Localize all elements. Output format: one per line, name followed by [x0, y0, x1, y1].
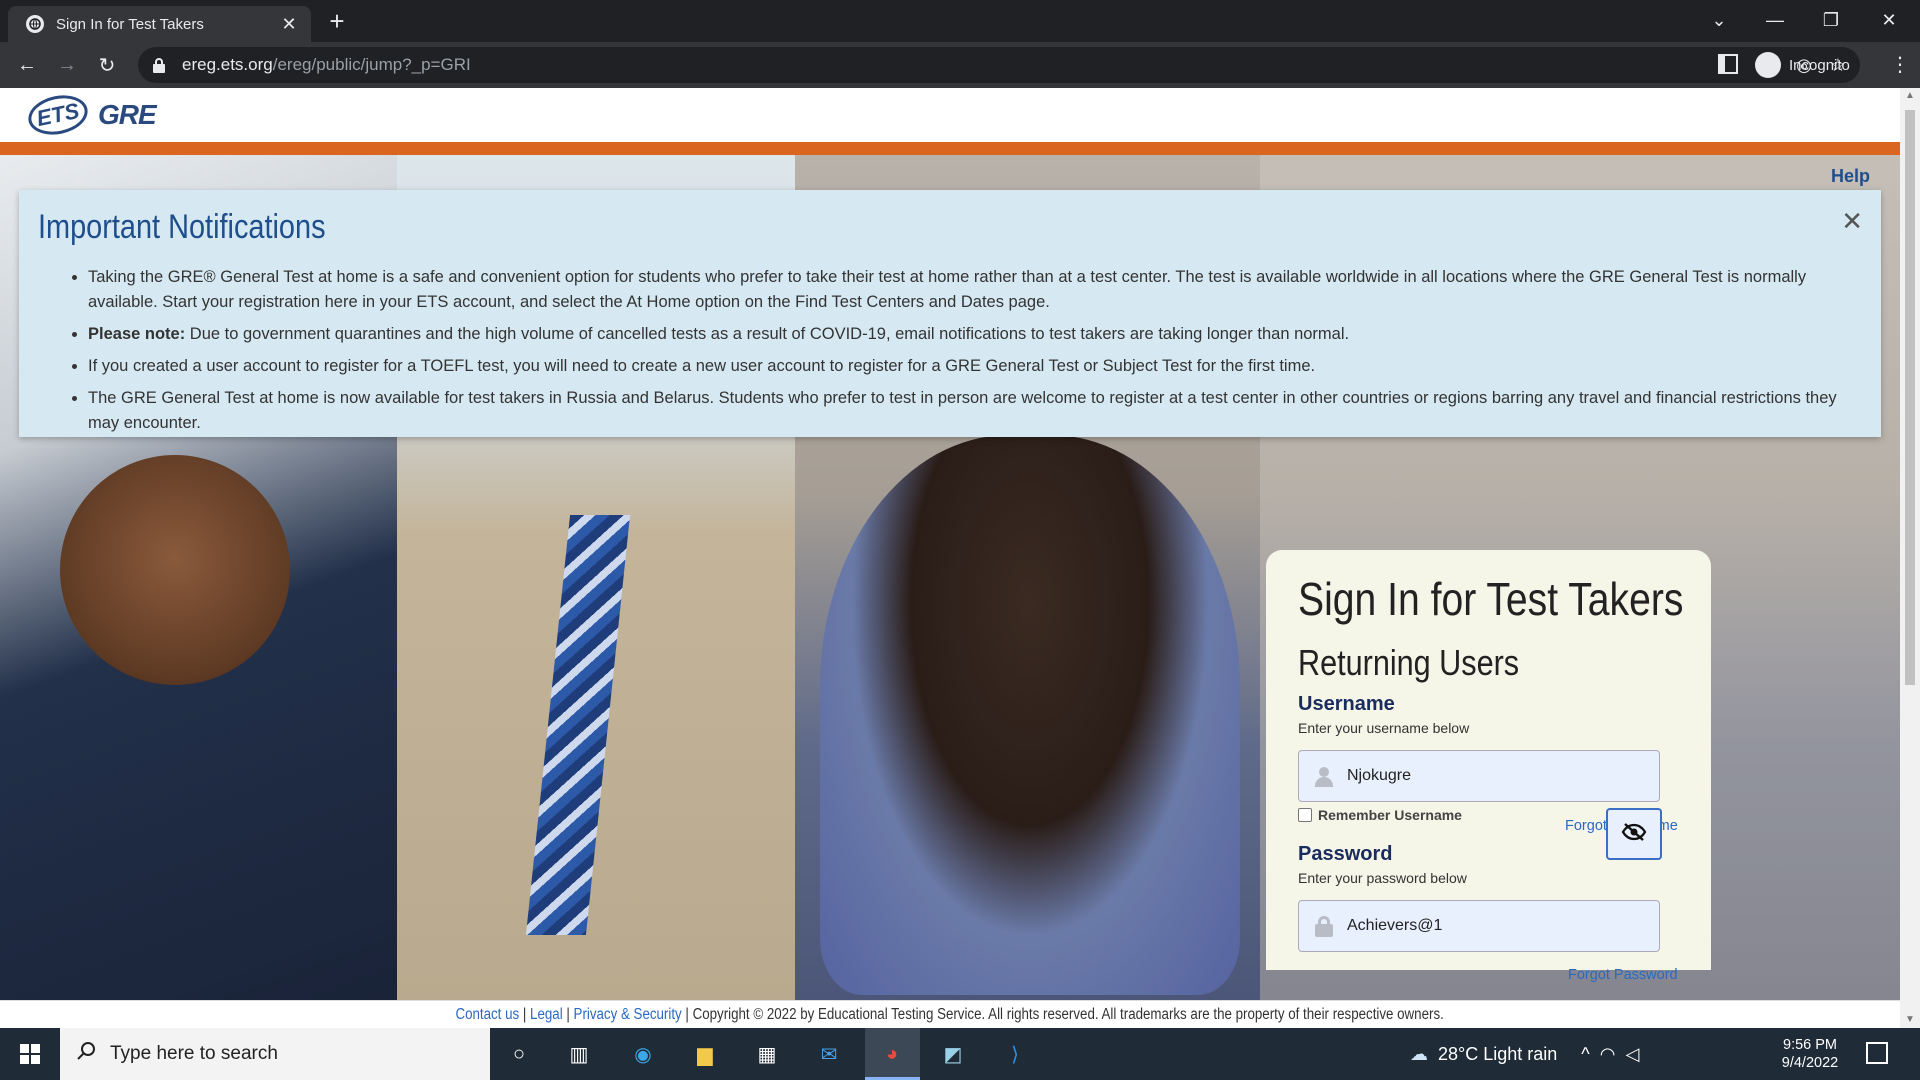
user-icon — [1313, 765, 1335, 787]
toggle-password-visibility-button[interactable] — [1606, 808, 1662, 860]
restore-button[interactable]: ❐ — [1808, 6, 1854, 34]
new-tab-button[interactable]: + — [323, 8, 351, 36]
minimize-button[interactable]: — — [1752, 6, 1798, 34]
volume-icon[interactable]: ◁ — [1625, 1044, 1639, 1065]
scroll-thumb[interactable] — [1905, 110, 1915, 685]
weather-icon[interactable]: ☁ — [1410, 1044, 1428, 1065]
sign-in-panel: Sign In for Test Takers Returning Users … — [1266, 550, 1711, 983]
system-tray: ☁ 28°C Light rain ^ ◠ ◁ — [1410, 1028, 1639, 1080]
lock-icon — [1313, 915, 1335, 937]
side-panel-icon[interactable] — [1718, 54, 1738, 74]
taskbar-search[interactable]: Type here to search — [60, 1028, 490, 1080]
globe-icon — [26, 15, 44, 33]
vscode-icon[interactable]: ⟩ — [999, 1038, 1031, 1070]
notification-text: If you created a user account to registe… — [88, 357, 1316, 375]
app-icon[interactable]: ◩ — [937, 1038, 969, 1070]
store-icon[interactable]: ▦ — [751, 1038, 783, 1070]
chrome-taskbar-active[interactable]: ◕ — [865, 1028, 920, 1080]
ets-gre-logo[interactable]: ETS GRE — [24, 90, 157, 140]
close-window-button[interactable]: ✕ — [1866, 6, 1912, 34]
list-item: Taking the GRE® General Test at home is … — [88, 265, 1868, 315]
clock-time: 9:56 PM — [1783, 1037, 1837, 1053]
browser-tab-bar: Sign In for Test Takers ✕ + ⌄ — ❐ ✕ — [0, 0, 1920, 42]
edge-icon[interactable]: ◉ — [627, 1038, 659, 1070]
reload-icon[interactable]: ↻ — [92, 50, 122, 80]
page-footer: Contact us | Legal | Privacy & Security … — [0, 1000, 1900, 1028]
legal-link[interactable]: Legal — [530, 1006, 563, 1023]
windows-icon — [20, 1044, 40, 1064]
username-field[interactable]: Njokugre — [1298, 750, 1660, 802]
url-path: /ereg/public/jump?_p=GRI — [272, 55, 471, 74]
remember-username[interactable]: Remember Username — [1298, 807, 1462, 823]
clock-date: 9/4/2022 — [1781, 1055, 1839, 1071]
notification-text: Taking the GRE® General Test at home is … — [88, 268, 1807, 311]
tab-close-icon[interactable]: ✕ — [277, 12, 301, 36]
lock-icon — [152, 57, 166, 73]
sign-in-title: Sign In for Test Takers — [1298, 573, 1684, 625]
file-explorer-icon[interactable]: ▆ — [689, 1038, 721, 1070]
notification-text: Due to government quarantines and the hi… — [185, 325, 1350, 343]
gre-logo: GRE — [98, 99, 157, 130]
search-icon — [76, 1041, 96, 1067]
site-header: ETS GRE — [0, 88, 1900, 142]
profile-label: Incognito — [1789, 56, 1850, 74]
page-scrollbar[interactable]: ▲ ▼ — [1900, 88, 1920, 1028]
password-field[interactable]: Achievers@1 — [1298, 900, 1660, 952]
ets-logo: ETS — [24, 90, 92, 140]
password-value: Achievers@1 — [1347, 917, 1443, 934]
returning-users-heading: Returning Users — [1298, 642, 1520, 683]
chevron-up-icon[interactable]: ^ — [1581, 1044, 1589, 1065]
copyright-text: Copyright © 2022 by Educational Testing … — [692, 1006, 1445, 1023]
mail-icon[interactable]: ✉ — [813, 1038, 845, 1070]
list-item: Please note: Due to government quarantin… — [88, 322, 1868, 347]
menu-icon[interactable]: ⋮ — [1890, 52, 1910, 77]
forgot-password-link[interactable]: Forgot Password — [1568, 967, 1678, 983]
notification-text: The GRE General Test at home is now avai… — [88, 389, 1837, 432]
tab-search-icon[interactable]: ⌄ — [1696, 6, 1742, 34]
browser-tab[interactable]: Sign In for Test Takers ✕ — [8, 6, 311, 42]
contact-link[interactable]: Contact us — [456, 1006, 520, 1023]
network-icon[interactable]: ◠ — [1600, 1044, 1616, 1065]
task-view-icon[interactable]: ▥ — [563, 1038, 595, 1070]
username-label: Username — [1298, 693, 1395, 715]
url-host: ereg.ets.org — [182, 55, 273, 74]
eye-slash-icon — [1621, 822, 1647, 847]
password-label: Password — [1298, 843, 1393, 865]
close-icon[interactable]: ✕ — [1841, 206, 1863, 237]
privacy-link[interactable]: Privacy & Security — [574, 1006, 682, 1023]
username-value: Njokugre — [1347, 767, 1412, 784]
remember-label: Remember Username — [1318, 807, 1462, 823]
remember-checkbox[interactable] — [1298, 808, 1312, 822]
list-item: If you created a user account to registe… — [88, 354, 1868, 379]
scroll-up-icon[interactable]: ▲ — [1900, 88, 1920, 104]
cortana-icon[interactable]: ○ — [503, 1038, 535, 1070]
notification-center-icon[interactable] — [1866, 1042, 1888, 1064]
forward-icon[interactable]: → — [52, 50, 82, 80]
profile-button[interactable]: Incognito — [1755, 50, 1850, 80]
password-hint: Enter your password below — [1298, 870, 1467, 886]
tab-title: Sign In for Test Takers — [56, 15, 204, 33]
notification-bold: Please note: — [88, 325, 186, 343]
page-viewport: ETS GRE Help Important Notifications ✕ T… — [0, 88, 1900, 1028]
notifications-list: Taking the GRE® General Test at home is … — [88, 265, 1868, 443]
photo-face — [60, 455, 290, 685]
address-bar[interactable]: ereg.ets.org /ereg/public/jump?_p=GRI ⚿ … — [138, 47, 1860, 83]
start-button[interactable] — [0, 1028, 60, 1080]
photo-woman — [820, 435, 1240, 995]
browser-toolbar: ← → ↻ ereg.ets.org /ereg/public/jump?_p=… — [0, 42, 1920, 88]
incognito-icon — [1755, 52, 1781, 78]
help-link[interactable]: Help — [1831, 166, 1870, 187]
header-divider — [0, 142, 1900, 155]
username-hint: Enter your username below — [1298, 720, 1470, 736]
chrome-icon: ◕ — [885, 1042, 899, 1065]
weather-text[interactable]: 28°C Light rain — [1438, 1044, 1557, 1065]
important-notifications-panel: Important Notifications ✕ Taking the GRE… — [19, 190, 1881, 437]
windows-taskbar: Type here to search ○ ▥ ◉ ▆ ▦ ✉ ◕ ◩ ⟩ ☁ … — [0, 1028, 1920, 1080]
taskbar-clock[interactable]: 9:56 PM 9/4/2022 — [1770, 1036, 1850, 1072]
notifications-title: Important Notifications — [38, 208, 326, 246]
search-placeholder: Type here to search — [110, 1043, 278, 1064]
list-item: The GRE General Test at home is now avai… — [88, 386, 1868, 436]
back-icon[interactable]: ← — [12, 50, 42, 80]
scroll-down-icon[interactable]: ▼ — [1900, 1012, 1920, 1028]
